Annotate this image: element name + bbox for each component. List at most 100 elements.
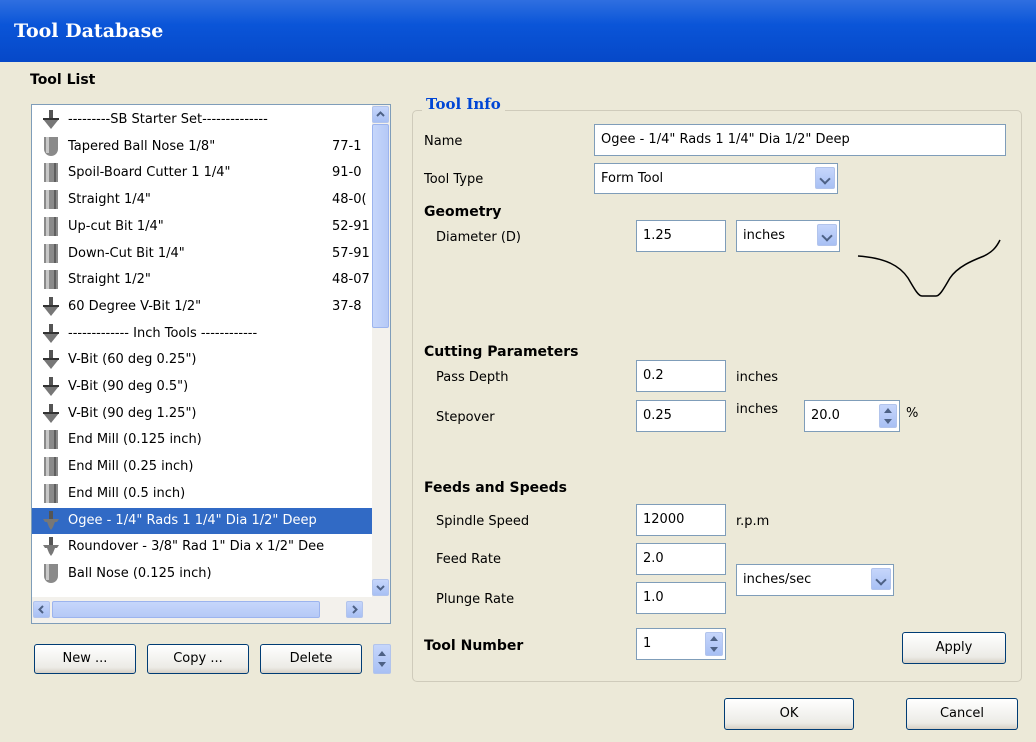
tool-name: Straight 1/4" xyxy=(68,192,151,208)
tool-code: 52-91 xyxy=(332,218,370,234)
delete-tool-button[interactable]: Delete xyxy=(260,644,362,674)
tool-name: End Mill (0.25 inch) xyxy=(68,459,194,475)
tool-name: Up-cut Bit 1/4" xyxy=(68,218,164,234)
chevron-down-icon[interactable] xyxy=(815,167,835,189)
rate-units-dropdown[interactable]: inches/sec xyxy=(736,564,894,596)
tool-profile-diagram xyxy=(857,239,1001,297)
list-item[interactable]: Ball Nose (0.125 inch) xyxy=(32,561,372,587)
window-title: Tool Database xyxy=(14,20,164,42)
tool-name: Spoil-Board Cutter 1 1/4" xyxy=(68,165,231,181)
end-mill-icon xyxy=(42,483,60,504)
scroll-up-button[interactable] xyxy=(372,106,389,123)
ball-nose-icon xyxy=(42,136,60,157)
geometry-heading: Geometry xyxy=(424,204,502,220)
list-item[interactable]: Down-Cut Bit 1/4" 57-91 xyxy=(32,241,372,267)
cutting-parameters-heading: Cutting Parameters xyxy=(424,344,579,360)
end-mill-icon xyxy=(42,270,60,290)
up-down-arrows-icon[interactable] xyxy=(879,404,897,428)
list-item[interactable]: Tapered Ball Nose 1/8" 77-1 xyxy=(32,134,372,160)
feed-rate-label: Feed Rate xyxy=(436,552,501,567)
scroll-left-button[interactable] xyxy=(33,601,50,618)
horizontal-scrollbar[interactable] xyxy=(32,597,390,623)
end-mill-icon xyxy=(42,163,60,183)
tool-code: 48-07 xyxy=(332,272,370,288)
tool-name-field[interactable]: Ogee - 1/4" Rads 1 1/4" Dia 1/2" Deep xyxy=(594,124,1006,156)
tool-list[interactable]: ---------SB Starter Set-------------- Tap… xyxy=(31,104,391,624)
pass-depth-input[interactable]: 0.2 xyxy=(636,360,726,392)
chevron-down-icon[interactable] xyxy=(871,568,891,590)
tool-code: 57-91 xyxy=(332,245,370,261)
spindle-speed-unit: r.p.m xyxy=(736,514,770,529)
list-item[interactable]: ---------SB Starter Set-------------- xyxy=(32,107,372,133)
stepover-input[interactable]: 0.25 xyxy=(636,400,726,432)
chevron-up-icon xyxy=(376,111,385,117)
up-down-arrows-icon[interactable] xyxy=(705,632,723,656)
list-item[interactable]: Roundover - 3/8" Rad 1" Dia x 1/2" Dee xyxy=(32,534,372,560)
diameter-label: Diameter (D) xyxy=(436,230,521,245)
tool-code: 48-0( xyxy=(332,192,367,208)
diameter-input[interactable]: 1.25 xyxy=(636,220,726,252)
ball-nose-icon xyxy=(42,563,60,584)
scroll-down-button[interactable] xyxy=(372,579,389,596)
pass-depth-unit: inches xyxy=(736,370,779,385)
tool-code: 37-8 xyxy=(332,298,362,314)
cancel-button[interactable]: Cancel xyxy=(906,698,1018,730)
chevron-down-icon[interactable] xyxy=(817,224,837,246)
v-bit-icon xyxy=(42,296,60,317)
tool-list-heading: Tool List xyxy=(30,72,96,88)
apply-button[interactable]: Apply xyxy=(902,632,1006,664)
list-item[interactable]: V-Bit (90 deg 1.25") xyxy=(32,401,372,427)
list-item[interactable]: Up-cut Bit 1/4" 52-91 xyxy=(32,214,372,240)
scroll-right-button[interactable] xyxy=(346,601,363,618)
feed-rate-input[interactable]: 2.0 xyxy=(636,543,726,575)
tool-number-value: 1 xyxy=(643,636,652,651)
tool-code: 77-1 xyxy=(332,138,362,154)
new-tool-button[interactable]: New ... xyxy=(34,644,136,674)
chevron-down-icon xyxy=(376,585,385,591)
list-item[interactable]: 60 Degree V-Bit 1/2" 37-8 xyxy=(32,294,372,320)
list-item[interactable]: V-Bit (90 deg 0.5") xyxy=(32,374,372,400)
tool-name: Ogee - 1/4" Rads 1 1/4" Dia 1/2" Deep xyxy=(68,512,317,528)
tool-name: Roundover - 3/8" Rad 1" Dia x 1/2" Dee xyxy=(68,539,325,555)
tool-name: V-Bit (60 deg 0.25") xyxy=(68,352,197,368)
reorder-spinner[interactable] xyxy=(373,644,391,674)
list-item[interactable]: Ogee - 1/4" Rads 1 1/4" Dia 1/2" Deep xyxy=(32,507,372,534)
list-item[interactable]: Straight 1/2" 48-07 xyxy=(32,267,372,293)
stepover-percent-value: 20.0 xyxy=(811,408,840,423)
plunge-rate-input[interactable]: 1.0 xyxy=(636,582,726,614)
list-item[interactable]: Spoil-Board Cutter 1 1/4" 91-0 xyxy=(32,160,372,186)
tool-name: Tapered Ball Nose 1/8" xyxy=(68,138,216,154)
tool-name: Ball Nose (0.125 inch) xyxy=(68,565,212,581)
ok-button[interactable]: OK xyxy=(724,698,854,730)
list-item[interactable]: End Mill (0.5 inch) xyxy=(32,481,372,507)
vertical-scrollbar[interactable] xyxy=(372,105,390,597)
tool-code: 91-0 xyxy=(332,165,362,181)
v-bit-icon xyxy=(42,110,60,130)
list-item[interactable]: Straight 1/4" 48-0( xyxy=(32,187,372,213)
tool-type-label: Tool Type xyxy=(424,172,484,187)
list-item[interactable]: ------------- Inch Tools ------------ xyxy=(32,321,372,347)
tool-number-label: Tool Number xyxy=(424,638,524,654)
list-item[interactable]: End Mill (0.25 inch) xyxy=(32,454,372,480)
diameter-units-value: inches xyxy=(743,228,786,243)
dialog-body: Tool List ---------SB Starter Set-------… xyxy=(0,62,1036,742)
list-item[interactable]: V-Bit (60 deg 0.25") xyxy=(32,347,372,373)
horizontal-scroll-thumb[interactable] xyxy=(52,601,320,618)
tool-name: ------------- Inch Tools ------------ xyxy=(68,325,258,341)
spindle-speed-input[interactable]: 12000 xyxy=(636,504,726,536)
end-mill-icon xyxy=(42,430,60,450)
list-item[interactable]: End Mill (0.125 inch) xyxy=(32,427,372,453)
pass-depth-label: Pass Depth xyxy=(436,370,509,385)
tool-info-legend: Tool Info xyxy=(422,95,505,113)
v-bit-icon xyxy=(42,323,60,344)
stepover-percent-spinner[interactable]: 20.0 xyxy=(804,400,900,432)
rate-units-value: inches/sec xyxy=(743,572,812,587)
vertical-scroll-thumb[interactable] xyxy=(372,124,389,328)
diameter-units-dropdown[interactable]: inches xyxy=(736,220,840,252)
v-bit-icon xyxy=(42,377,60,397)
copy-tool-button[interactable]: Copy ... xyxy=(147,644,249,674)
tool-type-dropdown[interactable]: Form Tool xyxy=(594,163,838,194)
tool-name: Down-Cut Bit 1/4" xyxy=(68,245,185,261)
tool-number-spinner[interactable]: 1 xyxy=(636,628,726,660)
tool-name: End Mill (0.125 inch) xyxy=(68,432,202,448)
